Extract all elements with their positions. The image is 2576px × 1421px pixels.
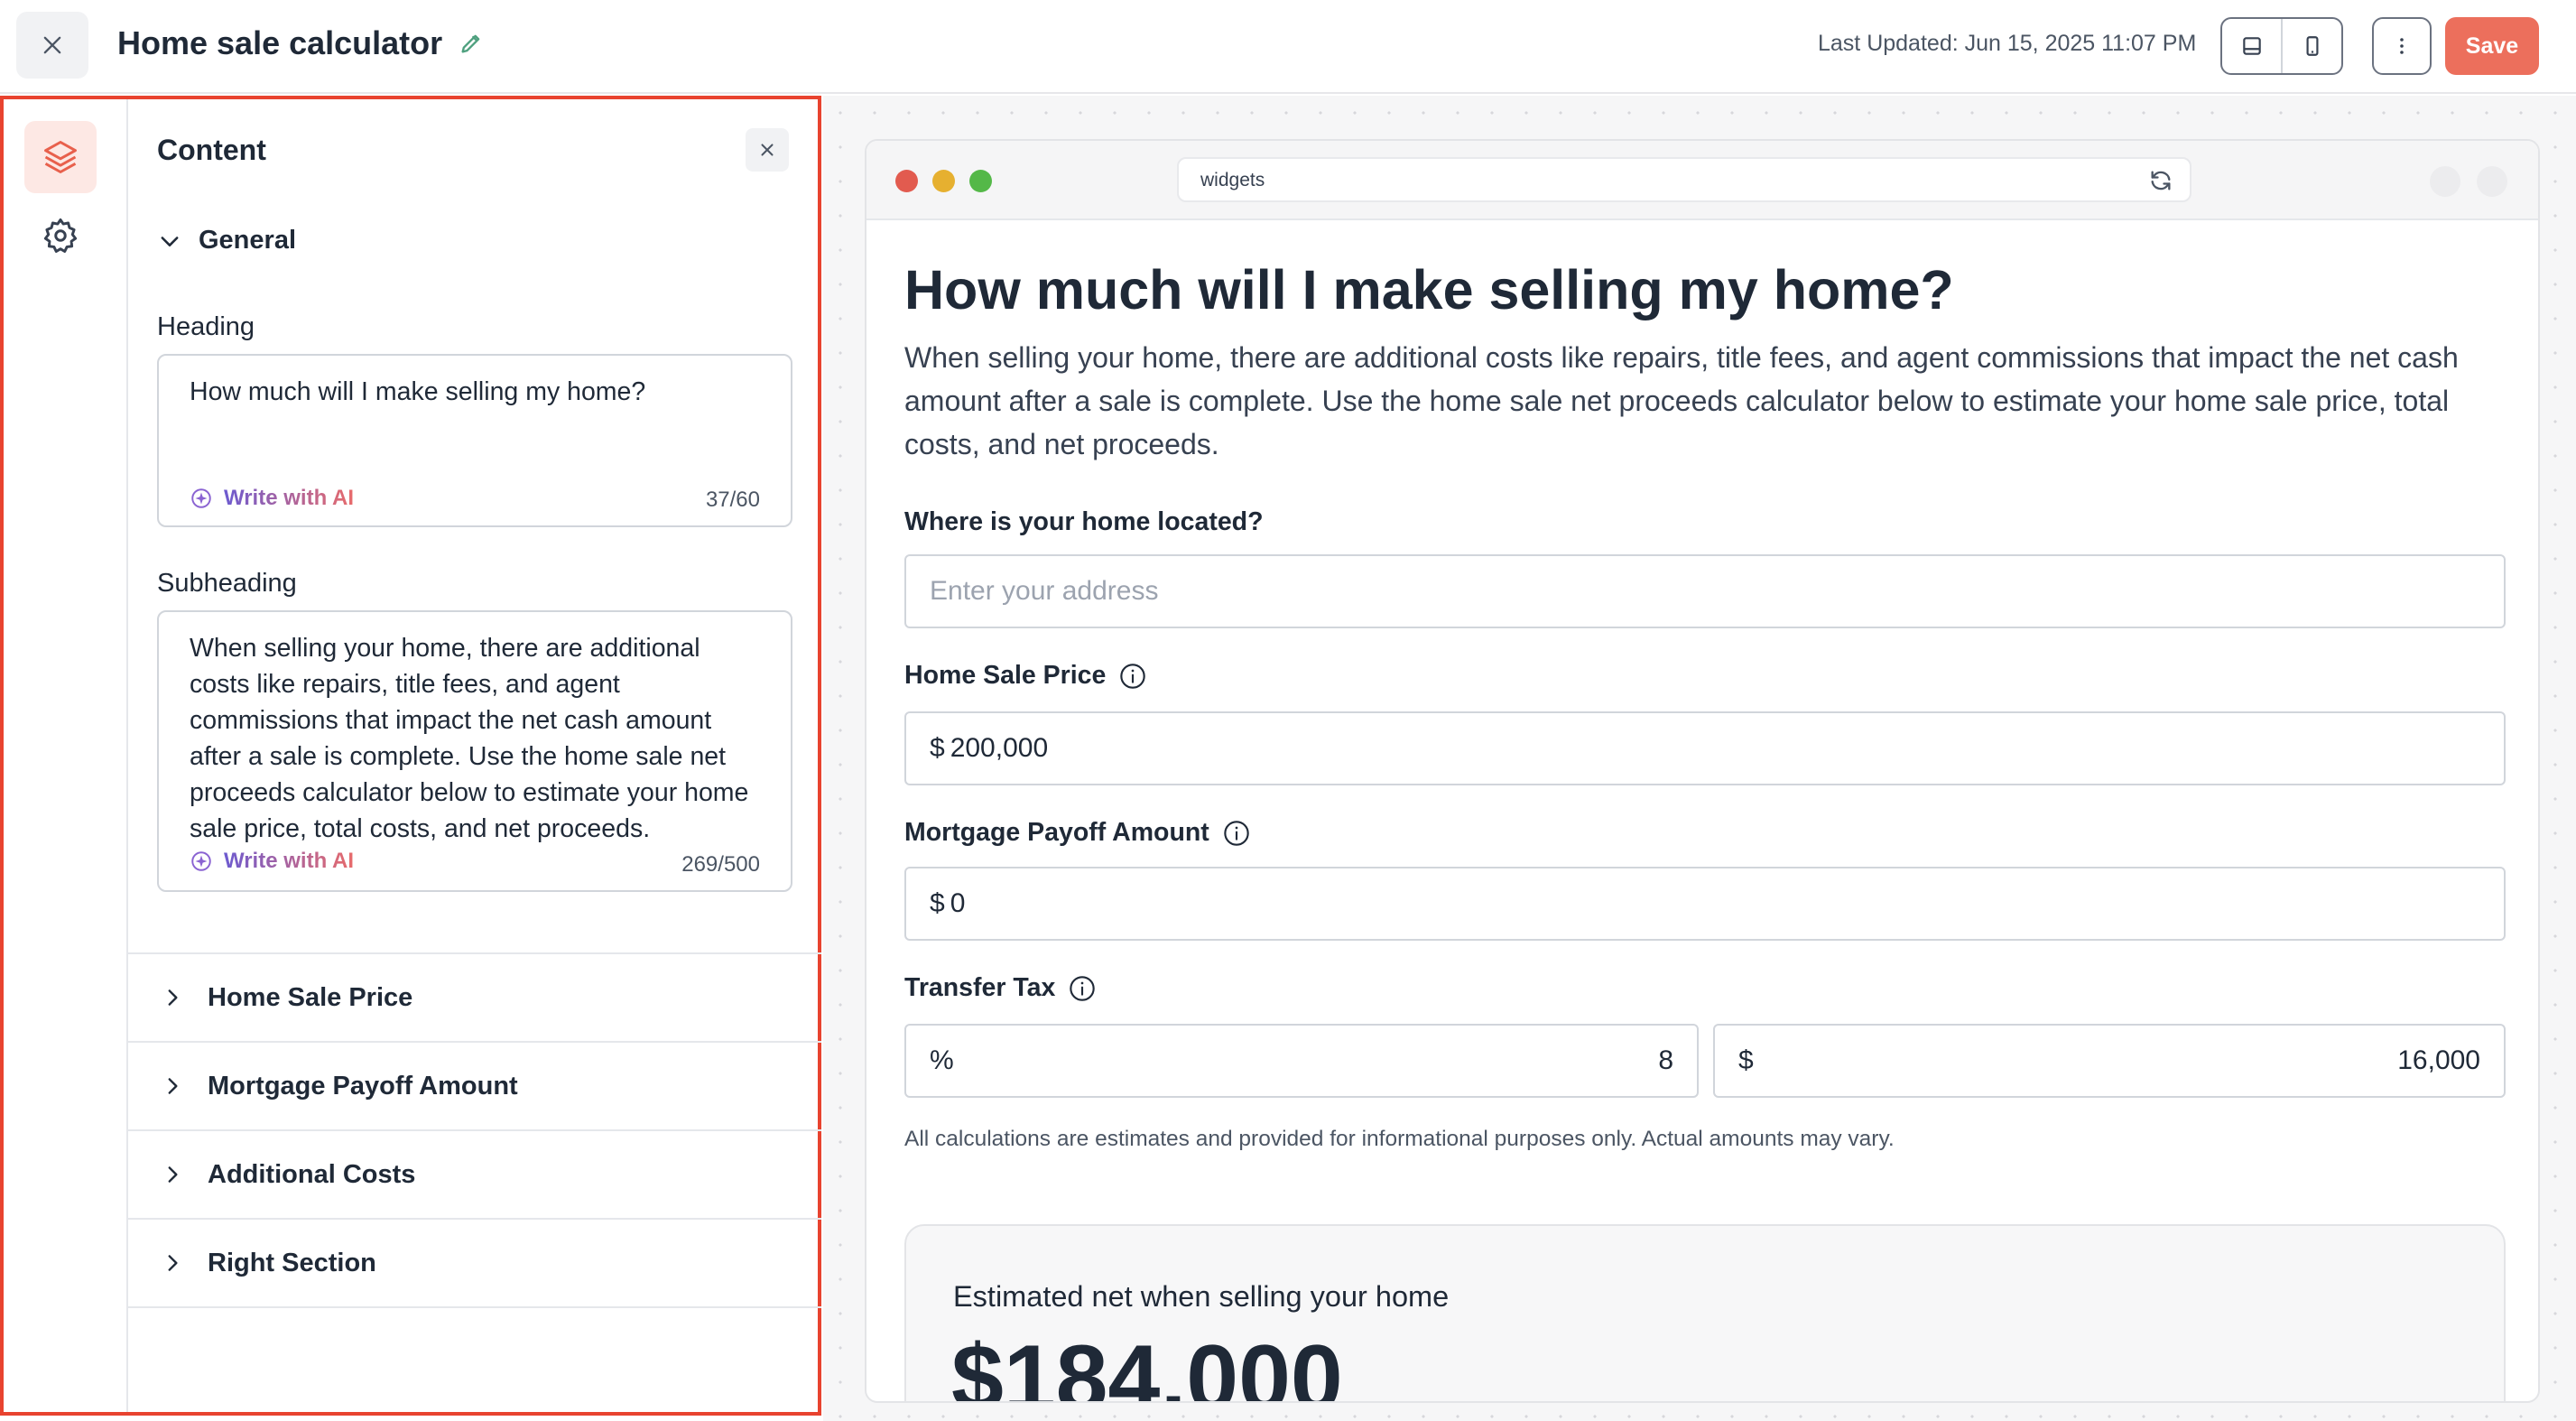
section-label: Right Section bbox=[208, 1248, 376, 1277]
address-input[interactable]: Enter your address bbox=[904, 554, 2506, 628]
last-updated-text: Last Updated: Jun 15, 2025 11:07 PM bbox=[1818, 31, 2197, 56]
heading-field-label: Heading bbox=[157, 312, 255, 341]
section-mortgage-payoff-amount[interactable]: Mortgage Payoff Amount bbox=[128, 1041, 821, 1129]
widget-heading: How much will I make selling my home? bbox=[904, 259, 1954, 320]
currency-symbol: $ bbox=[930, 888, 945, 918]
mobile-icon bbox=[2306, 36, 2318, 56]
info-icon[interactable] bbox=[1118, 662, 1147, 691]
window-minimize-dot bbox=[932, 170, 955, 192]
chevron-right-icon bbox=[168, 989, 178, 1006]
mortgage-payoff-value: 0 bbox=[950, 888, 966, 918]
top-bar: Home sale calculator Last Updated: Jun 1… bbox=[0, 0, 2576, 94]
section-label: Mortgage Payoff Amount bbox=[208, 1071, 518, 1101]
heading-char-count: 37/60 bbox=[705, 488, 760, 512]
url-bar[interactable]: widgets bbox=[1177, 157, 2191, 202]
section-additional-costs[interactable]: Additional Costs bbox=[128, 1129, 821, 1218]
general-section-toggle[interactable]: General bbox=[157, 226, 296, 255]
mobile-view-button[interactable] bbox=[2283, 19, 2341, 73]
home-sale-price-value: 200,000 bbox=[950, 733, 1049, 763]
panel-title: Content bbox=[157, 134, 266, 166]
transfer-tax-label: Transfer Tax bbox=[904, 973, 1097, 1003]
desktop-view-button[interactable] bbox=[2222, 19, 2283, 73]
heading-textarea[interactable]: How much will I make selling my home? Wr… bbox=[157, 354, 792, 527]
section-right-section[interactable]: Right Section bbox=[128, 1218, 821, 1306]
disclaimer-text: All calculations are estimates and provi… bbox=[904, 1127, 1895, 1151]
subheading-textarea[interactable]: When selling your home, there are additi… bbox=[157, 610, 792, 892]
window-zoom-dot bbox=[969, 170, 992, 192]
browser-action-circle bbox=[2477, 166, 2507, 197]
mortgage-payoff-input[interactable]: $ 0 bbox=[904, 867, 2506, 941]
page-title: Home sale calculator bbox=[117, 24, 443, 61]
content-tab-button[interactable] bbox=[24, 121, 97, 193]
chevron-down-icon bbox=[161, 236, 179, 246]
sparkle-icon bbox=[191, 488, 211, 508]
content-panel: Content General Heading How much will I … bbox=[0, 96, 821, 1416]
transfer-tax-percent-value: 8 bbox=[1658, 1045, 1673, 1075]
device-view-toggle bbox=[2220, 17, 2343, 75]
transfer-tax-label-text: Transfer Tax bbox=[904, 973, 1056, 1002]
close-editor-button[interactable] bbox=[16, 12, 88, 79]
browser-action-circle bbox=[2430, 166, 2460, 197]
result-value: $184,000 bbox=[951, 1326, 1343, 1403]
more-vertical-icon bbox=[2400, 38, 2404, 54]
currency-symbol: $ bbox=[930, 733, 945, 763]
layers-icon bbox=[44, 141, 77, 173]
home-sale-price-label: Home Sale Price bbox=[904, 661, 1147, 691]
info-icon[interactable] bbox=[1068, 974, 1097, 1003]
write-with-ai-label: Write with AI bbox=[224, 486, 354, 510]
subheading-field-label: Subheading bbox=[157, 569, 297, 598]
browser-preview: widgets How much will I make selling my … bbox=[865, 139, 2540, 1403]
chevron-right-icon bbox=[168, 1255, 178, 1271]
write-with-ai-label: Write with AI bbox=[224, 849, 354, 873]
location-label-text: Where is your home located? bbox=[904, 507, 1264, 536]
section-divider bbox=[128, 1306, 821, 1308]
panel-close-button[interactable] bbox=[746, 128, 789, 172]
home-sale-price-input[interactable]: $ 200,000 bbox=[904, 711, 2506, 785]
transfer-tax-amount-value: 16,000 bbox=[2397, 1045, 2480, 1075]
close-icon bbox=[761, 144, 774, 156]
percent-symbol: % bbox=[930, 1045, 954, 1075]
widget-subheading: When selling your home, there are additi… bbox=[904, 341, 2459, 460]
subheading-char-count: 269/500 bbox=[681, 852, 760, 877]
section-home-sale-price[interactable]: Home Sale Price bbox=[128, 952, 821, 1041]
location-label: Where is your home located? bbox=[904, 507, 1264, 537]
sparkle-icon bbox=[191, 851, 211, 871]
save-button[interactable]: Save bbox=[2445, 17, 2539, 75]
chevron-right-icon bbox=[168, 1078, 178, 1094]
transfer-tax-amount-input[interactable]: $ 16,000 bbox=[1713, 1024, 2506, 1098]
desktop-icon bbox=[2242, 37, 2261, 55]
close-icon bbox=[43, 36, 61, 54]
home-sale-price-label-text: Home Sale Price bbox=[904, 661, 1107, 690]
chevron-right-icon bbox=[168, 1166, 178, 1183]
section-label: Home Sale Price bbox=[208, 982, 413, 1012]
panel-rail bbox=[4, 99, 128, 1412]
browser-chrome: widgets bbox=[866, 141, 2538, 220]
page-title-wrap: Home sale calculator bbox=[117, 24, 484, 62]
pencil-icon[interactable] bbox=[459, 31, 484, 56]
mortgage-payoff-label-text: Mortgage Payoff Amount bbox=[904, 818, 1209, 847]
result-label: Estimated net when selling your home bbox=[953, 1280, 1450, 1313]
more-options-button[interactable] bbox=[2372, 17, 2432, 75]
url-text: widgets bbox=[1200, 170, 1265, 190]
window-close-dot bbox=[895, 170, 918, 192]
result-card: Estimated net when selling your home $18… bbox=[904, 1224, 2506, 1403]
currency-symbol: $ bbox=[1738, 1045, 1754, 1075]
mortgage-payoff-label: Mortgage Payoff Amount bbox=[904, 818, 1251, 848]
gear-icon bbox=[43, 218, 78, 253]
transfer-tax-percent-input[interactable]: % 8 bbox=[904, 1024, 1699, 1098]
general-section-label: General bbox=[199, 226, 296, 255]
subheading-textarea-value: When selling your home, there are additi… bbox=[190, 634, 749, 843]
settings-tab-button[interactable] bbox=[24, 204, 97, 267]
write-with-ai-button[interactable]: Write with AI bbox=[190, 849, 354, 874]
address-placeholder: Enter your address bbox=[930, 576, 1159, 606]
reload-icon[interactable] bbox=[2148, 168, 2173, 193]
section-label: Additional Costs bbox=[208, 1159, 416, 1189]
write-with-ai-button[interactable]: Write with AI bbox=[190, 486, 354, 511]
info-icon[interactable] bbox=[1222, 819, 1251, 848]
heading-textarea-value: How much will I make selling my home? bbox=[190, 377, 646, 406]
